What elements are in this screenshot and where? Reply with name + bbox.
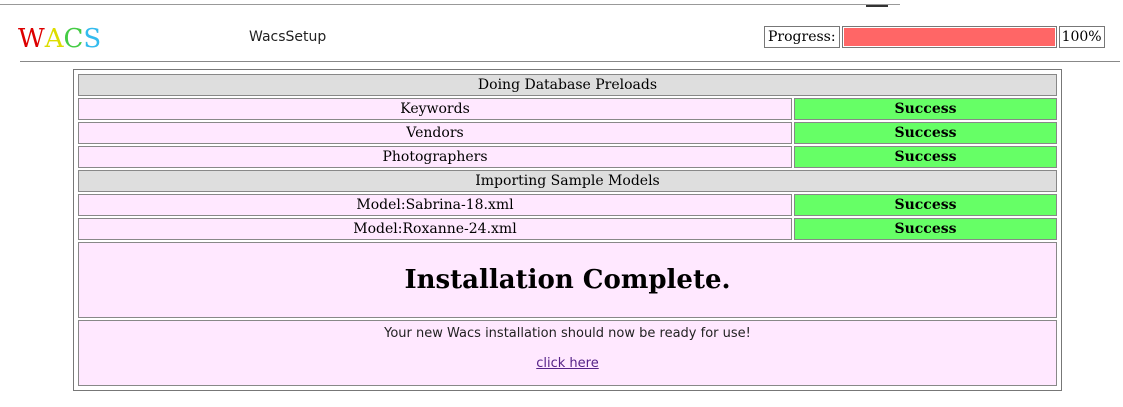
section-row: Importing Sample Models <box>78 170 1057 192</box>
logo-letter: W <box>18 24 45 54</box>
table-row: Model:Sabrina-18.xml Success <box>78 194 1057 216</box>
installation-complete-heading: Installation Complete. <box>78 242 1057 318</box>
window-top-mark <box>866 0 888 7</box>
click-here-link[interactable]: click here <box>536 356 598 371</box>
completion-message: Your new Wacs installation should now be… <box>384 326 751 341</box>
task-label-sabrina: Model:Sabrina-18.xml <box>78 194 792 216</box>
task-label-vendors: Vendors <box>78 122 792 144</box>
table-row: Keywords Success <box>78 98 1057 120</box>
status-photographers: Success <box>794 146 1057 168</box>
logo-letter: C <box>63 24 84 54</box>
wacs-logo: WACS <box>18 24 101 54</box>
setup-results-table: Doing Database Preloads Keywords Success… <box>73 69 1062 391</box>
section-title-sample-models: Importing Sample Models <box>78 170 1057 192</box>
task-label-roxanne: Model:Roxanne-24.xml <box>78 218 792 240</box>
completion-footer: Your new Wacs installation should now be… <box>78 320 1057 386</box>
progress-label: Progress: <box>764 26 840 48</box>
progress-bar-fill <box>843 28 1055 46</box>
window-top-edge <box>0 0 900 5</box>
header-divider <box>20 61 1120 62</box>
table-row: Photographers Success <box>78 146 1057 168</box>
footer-row: Your new Wacs installation should now be… <box>78 320 1057 386</box>
app-name: WacsSetup <box>249 29 327 45</box>
section-title-database-preloads: Doing Database Preloads <box>78 74 1057 96</box>
table-row: Vendors Success <box>78 122 1057 144</box>
section-row: Doing Database Preloads <box>78 74 1057 96</box>
completion-row: Installation Complete. <box>78 242 1057 318</box>
progress-bar <box>841 26 1057 48</box>
task-label-keywords: Keywords <box>78 98 792 120</box>
table-row: Model:Roxanne-24.xml Success <box>78 218 1057 240</box>
task-label-photographers: Photographers <box>78 146 792 168</box>
status-vendors: Success <box>794 122 1057 144</box>
logo-letter: S <box>83 24 102 54</box>
progress-indicator: Progress: 100% <box>764 26 1105 48</box>
status-keywords: Success <box>794 98 1057 120</box>
page-header: WACS WacsSetup Progress: 100% <box>0 24 1123 58</box>
status-sabrina: Success <box>794 194 1057 216</box>
status-roxanne: Success <box>794 218 1057 240</box>
logo-letter: A <box>44 24 64 54</box>
progress-percent: 100% <box>1058 26 1105 48</box>
